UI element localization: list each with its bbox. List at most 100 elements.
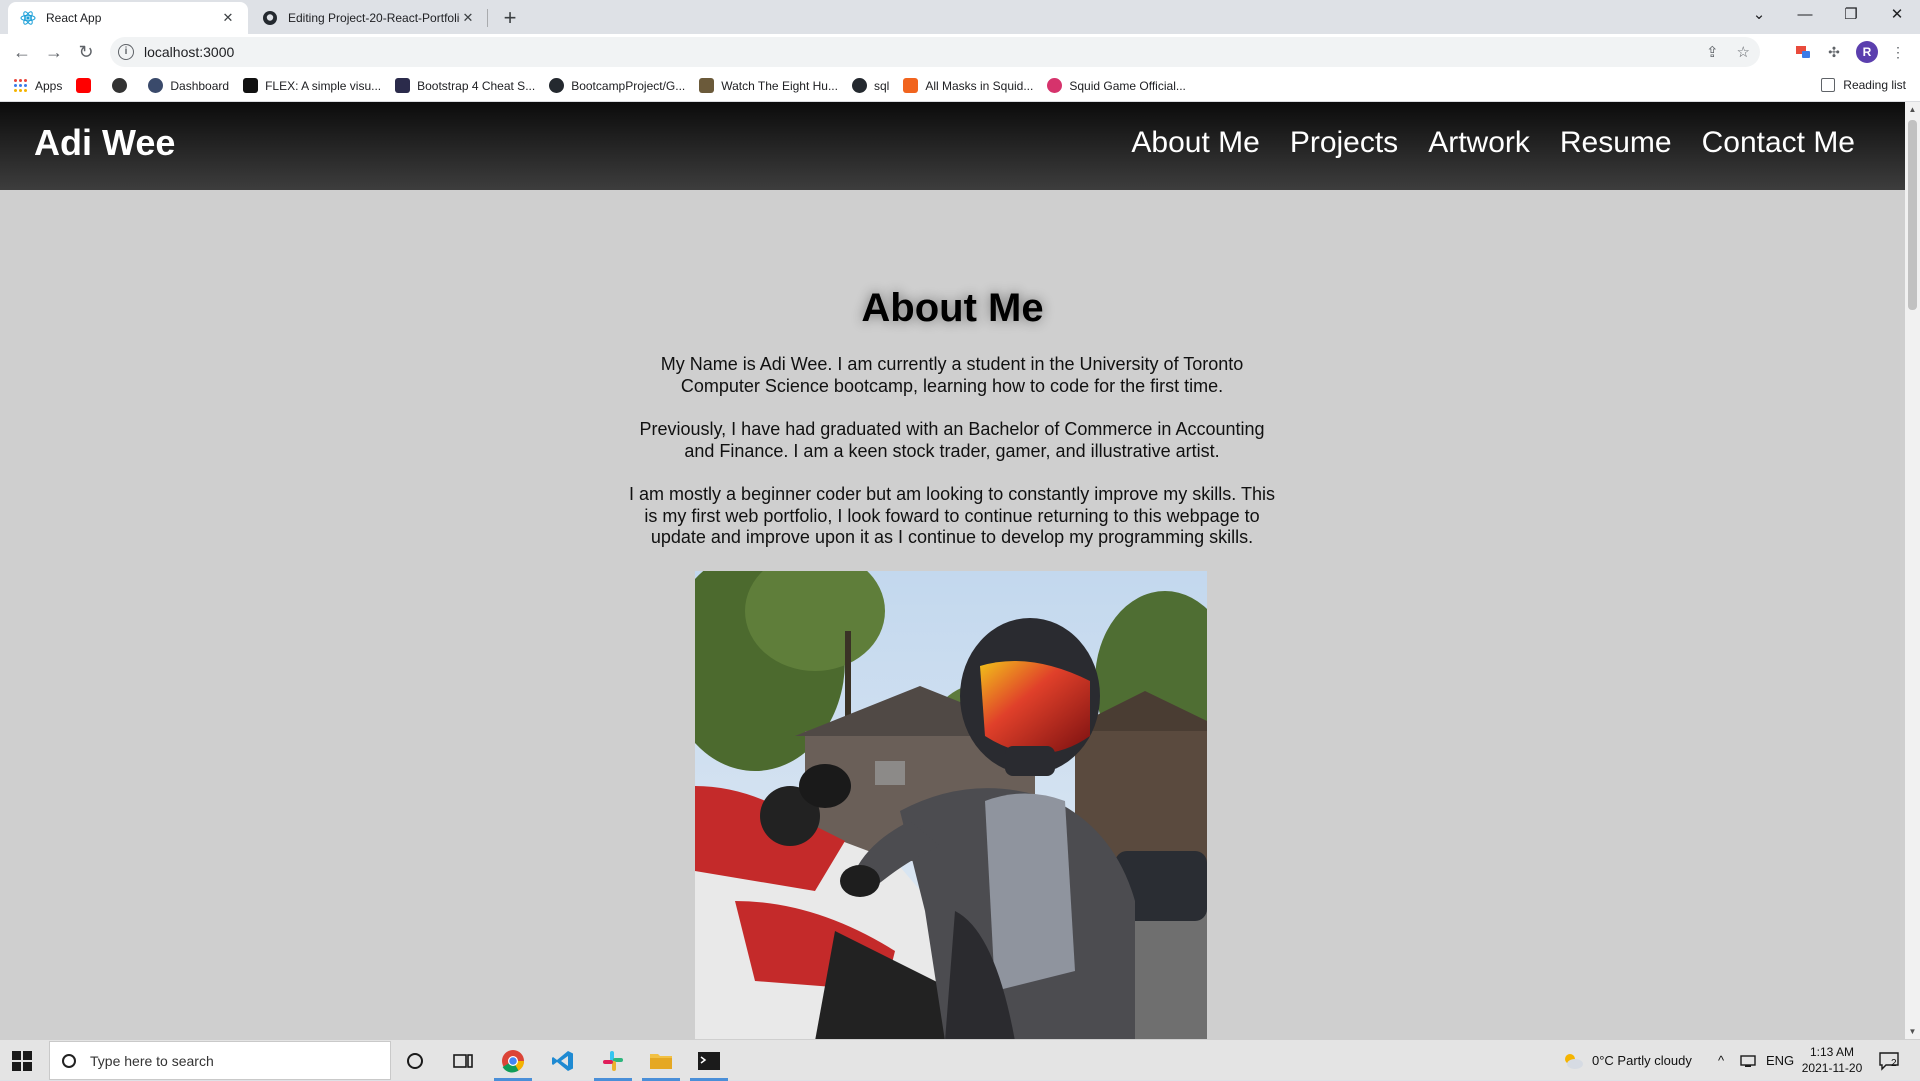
reading-list-button[interactable]: Reading list [1821, 78, 1906, 92]
taskbar-clock[interactable]: 1:13 AM 2021-11-20 [1800, 1044, 1864, 1076]
tab-react-app[interactable]: React App ✕ [8, 2, 248, 34]
site-nav: About Me Projects Artwork Resume Contact… [1131, 126, 1855, 160]
search-icon [62, 1053, 76, 1068]
bookmark-icon [112, 78, 128, 93]
bookmark-youtube[interactable] [76, 78, 98, 93]
forward-icon[interactable]: → [42, 40, 66, 64]
language-indicator[interactable]: ENG [1766, 1040, 1794, 1081]
page-viewport: Adi Wee About Me Projects Artwork Resume… [0, 102, 1905, 1039]
notification-count: 2 [1891, 1058, 1897, 1069]
task-view-icon[interactable] [440, 1044, 486, 1078]
nav-link-projects[interactable]: Projects [1290, 126, 1398, 160]
window-close-icon[interactable]: ✕ [1874, 0, 1920, 30]
etsy-icon [903, 78, 919, 93]
browser-toolbar: ← → ↻ i localhost:3000 ⇪ ☆ ✣ R ⋮ [0, 34, 1920, 70]
about-paragraph: Previously, I have had graduated with an… [639, 419, 1265, 461]
extension-badge-icon[interactable] [1793, 42, 1813, 62]
scroll-thumb[interactable] [1908, 120, 1917, 310]
profile-avatar[interactable]: R [1856, 41, 1878, 63]
vscode-icon[interactable] [540, 1044, 586, 1078]
bookmarks-bar: Apps Dashboard FLEX: A simple visu... Bo… [0, 70, 1920, 102]
tab-strip: React App ✕ Editing Project-20-React-Por… [0, 0, 1920, 34]
bookmark-dashboard[interactable]: Dashboard [148, 78, 229, 93]
nav-link-about-me[interactable]: About Me [1131, 126, 1259, 160]
weather-text: 0°C Partly cloudy [1592, 1053, 1692, 1068]
bookmark-bootstrap[interactable]: Bootstrap 4 Cheat S... [395, 78, 535, 93]
windows-taskbar: Type here to search 0°C Partly cloudy ^ … [0, 1039, 1920, 1081]
terminal-icon[interactable] [686, 1044, 732, 1081]
restore-icon[interactable]: ❐ [1828, 0, 1874, 30]
taskbar-search-box[interactable]: Type here to search [49, 1041, 391, 1080]
reading-list-icon [1821, 78, 1836, 92]
close-icon[interactable]: ✕ [460, 10, 476, 26]
back-icon[interactable]: ← [10, 40, 34, 64]
network-icon[interactable] [1740, 1040, 1756, 1081]
bookmark-sql[interactable]: sql [851, 78, 890, 93]
bookmark-label: BootcampProject/G... [571, 78, 686, 93]
scroll-down-arrow-icon[interactable]: ▼ [1905, 1024, 1920, 1039]
bookmark-bootcamp-project[interactable]: BootcampProject/G... [549, 78, 685, 93]
address-bar[interactable]: i localhost:3000 ⇪ ☆ [110, 37, 1760, 67]
bookmark-label: Squid Game Official... [1069, 78, 1186, 93]
extensions-puzzle-icon[interactable]: ✣ [1824, 42, 1844, 62]
about-title: About Me [861, 286, 1044, 330]
address-url: localhost:3000 [144, 44, 235, 60]
weather-widget[interactable]: 0°C Partly cloudy [1562, 1040, 1692, 1081]
flex-icon [243, 78, 259, 93]
reading-list-label: Reading list [1843, 78, 1906, 92]
nav-link-artwork[interactable]: Artwork [1428, 126, 1530, 160]
squid-icon [1047, 78, 1063, 93]
tv-icon [699, 78, 715, 93]
nav-link-contact-me[interactable]: Contact Me [1702, 126, 1855, 160]
clock-date: 2021-11-20 [1801, 1061, 1863, 1075]
tab-separator [487, 9, 488, 27]
tray-overflow-icon[interactable]: ^ [1718, 1040, 1724, 1081]
tab-github-editing[interactable]: Editing Project-20-React-Portfolio ✕ [250, 2, 488, 34]
bookmark-squid-masks[interactable]: All Masks in Squid... [903, 78, 1033, 93]
bookmark-squid-game[interactable]: Squid Game Official... [1047, 78, 1186, 93]
star-icon[interactable]: ☆ [1737, 43, 1750, 61]
bookmark-label: FLEX: A simple visu... [265, 78, 382, 93]
github-icon [263, 11, 277, 25]
bookmark-label: sql [873, 78, 890, 93]
profile-photo [695, 571, 1207, 1039]
notifications-icon[interactable]: 2 [1878, 1040, 1899, 1081]
site-info-icon[interactable]: i [118, 44, 134, 60]
site-brand[interactable]: Adi Wee [34, 122, 175, 164]
bookmark-watch[interactable]: Watch The Eight Hu... [699, 78, 838, 93]
file-explorer-icon[interactable] [638, 1044, 684, 1081]
bookmark-unnamed[interactable] [112, 78, 134, 93]
react-icon [20, 11, 36, 25]
about-text: My Name is Adi Wee. I am currently a stu… [627, 354, 1277, 571]
about-paragraph: My Name is Adi Wee. I am currently a stu… [660, 354, 1244, 396]
site-header: Adi Wee About Me Projects Artwork Resume… [0, 102, 1905, 190]
scroll-up-arrow-icon[interactable]: ▲ [1905, 102, 1920, 117]
bookmark-label: Apps [35, 78, 63, 93]
github-icon [851, 78, 867, 93]
page-scrollbar[interactable]: ▲ ▼ [1905, 102, 1920, 1039]
bookmark-apps[interactable]: Apps [13, 78, 62, 93]
partly-cloudy-icon [1565, 1053, 1583, 1069]
github-icon [549, 78, 565, 93]
about-paragraph: I am mostly a beginner coder but am look… [629, 484, 1275, 547]
apps-grid-icon [14, 79, 27, 92]
bootstrap-icon [395, 78, 411, 93]
close-icon[interactable]: ✕ [220, 10, 236, 26]
bookmark-label: Watch The Eight Hu... [721, 78, 838, 93]
share-icon[interactable]: ⇪ [1706, 43, 1719, 61]
new-tab-button[interactable]: + [496, 4, 524, 32]
menu-kebab-icon[interactable]: ⋮ [1888, 42, 1908, 62]
reload-icon[interactable]: ↻ [74, 40, 98, 64]
windows-start-icon[interactable] [12, 1051, 32, 1071]
bookmark-label: Bootstrap 4 Cheat S... [417, 78, 536, 93]
dashboard-icon [148, 78, 164, 93]
bookmark-flex[interactable]: FLEX: A simple visu... [243, 78, 381, 93]
slack-icon[interactable] [590, 1044, 636, 1081]
minimize-icon[interactable]: — [1782, 0, 1828, 30]
cortana-icon[interactable] [392, 1044, 438, 1078]
nav-link-resume[interactable]: Resume [1560, 126, 1672, 160]
youtube-icon [76, 78, 92, 93]
bookmark-label: All Masks in Squid... [925, 78, 1034, 93]
tab-search-icon[interactable]: ⌄ [1736, 0, 1782, 30]
chrome-icon[interactable] [490, 1044, 536, 1081]
